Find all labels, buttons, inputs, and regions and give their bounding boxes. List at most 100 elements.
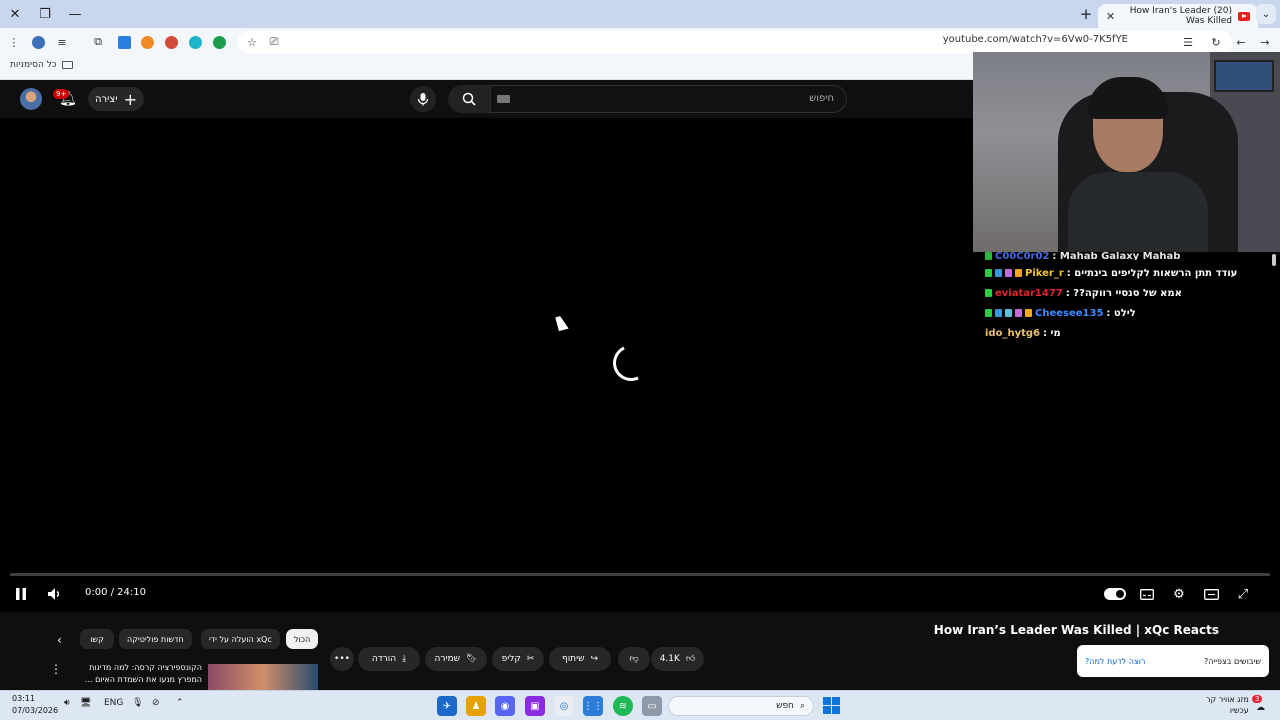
- chat-message: : Mahab Galaxy Mahab: [1052, 252, 1181, 260]
- fullscreen-icon[interactable]: ⤢: [1232, 583, 1254, 605]
- chevron-left-icon[interactable]: ‹: [57, 633, 62, 647]
- chat-user: Cheesee135: [1035, 307, 1104, 319]
- youtube-favicon-icon: [1238, 11, 1250, 21]
- notification-count-badge: 3: [1252, 695, 1263, 703]
- tab-close-icon[interactable]: ✕: [1106, 10, 1115, 23]
- streamer-webcam: [973, 52, 1280, 252]
- download-button[interactable]: ⤓ הורדה: [358, 647, 420, 671]
- video-title: How Iran’s Leader Was Killed | xQc React…: [933, 623, 1219, 637]
- tab-search-icon[interactable]: ⌄: [1256, 4, 1276, 24]
- time-display: 0:00 / 24:10: [85, 587, 147, 598]
- chat-message: : עודד תתן הרשאות לקליפים בינתיים: [1066, 267, 1238, 279]
- red-extension-icon[interactable]: [161, 32, 181, 52]
- share-label: שיתוף: [561, 654, 585, 664]
- profile-extension-icon[interactable]: [28, 32, 48, 52]
- app-icon[interactable]: ♟: [466, 696, 486, 716]
- chat-user: ido_hytg6: [985, 327, 1040, 339]
- save-button[interactable]: 🔖︎ שמירה: [425, 647, 487, 671]
- green-extension-icon[interactable]: [209, 32, 229, 52]
- recommended-thumbnail[interactable]: [208, 664, 318, 690]
- chat-line: Piker_r : עודד תתן הרשאות לקליפים בינתיי…: [985, 263, 1270, 283]
- keyboard-icon[interactable]: [497, 95, 510, 103]
- notification-badge: 9+: [53, 89, 70, 99]
- chip-related[interactable]: קשו: [80, 629, 114, 649]
- star-icon[interactable]: ☆: [242, 32, 262, 52]
- browser-tab-bar: ✕ ❐ — + (20) How Iran's Leader Was Kille…: [0, 0, 1280, 28]
- clip-button[interactable]: ✂ קליפ: [492, 647, 544, 671]
- autoplay-toggle[interactable]: [1104, 588, 1126, 600]
- screen-extension-icon[interactable]: [114, 32, 134, 52]
- maximize-icon[interactable]: ❐: [30, 0, 60, 28]
- weather-icon: ☁: [1256, 703, 1265, 713]
- recommended-title[interactable]: הקונספירציה קרסה: למה מדינות המפרץ מנעו …: [70, 662, 202, 686]
- weather-line-1: מזג אוויר קר: [1206, 695, 1249, 704]
- video-progress-bar[interactable]: [10, 573, 1270, 576]
- site-settings-icon[interactable]: ☰: [1178, 32, 1198, 52]
- chip-all[interactable]: הכול: [286, 629, 319, 649]
- teal-extension-icon[interactable]: [185, 32, 205, 52]
- mic-tray-icon[interactable]: 🎙︎: [132, 698, 143, 708]
- search-icon[interactable]: [448, 85, 490, 113]
- new-tab-icon[interactable]: +: [1076, 4, 1096, 24]
- like-button[interactable]: 👍︎ 4.1K: [651, 647, 704, 671]
- avatar[interactable]: [20, 88, 42, 110]
- close-icon[interactable]: ✕: [0, 0, 30, 28]
- chat-message: : לילט: [1106, 307, 1136, 319]
- share-button[interactable]: ↪ שיתוף: [549, 647, 611, 671]
- monitor: [1214, 60, 1274, 92]
- twitch-icon[interactable]: ▣: [525, 696, 545, 716]
- reload-icon[interactable]: ↻: [1206, 32, 1226, 52]
- dislike-button[interactable]: 👎︎: [618, 647, 650, 671]
- extensions-icon[interactable]: ⧉: [88, 32, 108, 52]
- chip-political-news[interactable]: חדשות פוליטיקה: [119, 629, 192, 649]
- url-text[interactable]: youtube.com/watch?v=6Vw0-7K5fYE: [943, 34, 1128, 45]
- forward-icon[interactable]: →: [1255, 32, 1275, 52]
- address-bar[interactable]: ☆ ⎚ youtube.com/watch?v=6Vw0-7K5fYE ☰: [238, 31, 1232, 53]
- orange-extension-icon[interactable]: [137, 32, 157, 52]
- windows-taskbar: 03:11 07/03/2026 🔊︎ 🖥︎ ENG 🎙︎ ⊘ ⌃ ✈ ♟ ◉ …: [0, 690, 1280, 720]
- chevron-up-icon[interactable]: ⌃: [176, 698, 184, 708]
- create-button[interactable]: יצירה +: [88, 87, 144, 111]
- folder-icon: [61, 61, 73, 69]
- chip-uploaded-by[interactable]: הועלה על ידי xQc: [201, 629, 280, 649]
- volume-icon[interactable]: [44, 583, 66, 605]
- windows-start-icon[interactable]: [823, 697, 840, 714]
- chrome-icon[interactable]: ◎: [554, 696, 574, 716]
- apps-grid-icon[interactable]: ⋮⋮: [583, 696, 603, 716]
- clip-icon: ✂: [526, 654, 535, 664]
- more-icon[interactable]: •••: [330, 647, 354, 671]
- settings-icon[interactable]: ⚙︎: [1168, 583, 1190, 605]
- search-input[interactable]: חיפוש: [490, 85, 847, 113]
- back-icon[interactable]: ←: [1231, 32, 1251, 52]
- share-icon: ↪: [590, 654, 599, 664]
- chat-user: Piker_r: [1025, 267, 1064, 279]
- reading-list-icon[interactable]: ≡: [52, 32, 72, 52]
- theater-icon[interactable]: [1200, 583, 1222, 605]
- network-icon[interactable]: 🖥︎: [80, 698, 91, 708]
- toast-learn-more-link[interactable]: רוצה לדעת למה?: [1085, 657, 1145, 666]
- taskbar-search-label: חפש: [776, 701, 794, 711]
- clip-label: קליפ: [501, 654, 521, 664]
- more-vertical-icon[interactable]: ⋮: [50, 662, 62, 676]
- language-indicator[interactable]: ENG: [104, 698, 123, 708]
- taskbar-search[interactable]: חפש ⌕: [668, 696, 814, 716]
- discord-icon[interactable]: ◉: [495, 696, 515, 716]
- weather-line-2: עכשיו: [1229, 706, 1249, 715]
- cast-icon[interactable]: ⎚: [264, 32, 284, 52]
- steam-icon[interactable]: ✈: [437, 696, 457, 716]
- all-bookmarks-button[interactable]: כל הסימניות: [10, 60, 73, 70]
- pause-icon[interactable]: [10, 583, 32, 605]
- browser-tab[interactable]: (20) How Iran's Leader Was Killed ✕: [1098, 4, 1258, 28]
- clock-time: 03:11: [12, 694, 36, 703]
- weather-widget[interactable]: מזג אוויר קר עכשיו: [1206, 694, 1249, 716]
- menu-icon[interactable]: ⋮: [4, 32, 24, 52]
- spotify-icon[interactable]: ≋: [613, 696, 633, 716]
- clock[interactable]: 03:11 07/03/2026: [12, 693, 58, 717]
- chat-scrollbar[interactable]: [1272, 254, 1276, 266]
- file-explorer-icon[interactable]: ▭: [642, 696, 662, 716]
- captions-icon[interactable]: [1136, 583, 1158, 605]
- no-network-icon[interactable]: ⊘: [152, 698, 160, 708]
- mic-icon[interactable]: [410, 86, 436, 112]
- speaker-icon[interactable]: 🔊︎: [64, 698, 70, 708]
- minimize-icon[interactable]: —: [60, 0, 90, 28]
